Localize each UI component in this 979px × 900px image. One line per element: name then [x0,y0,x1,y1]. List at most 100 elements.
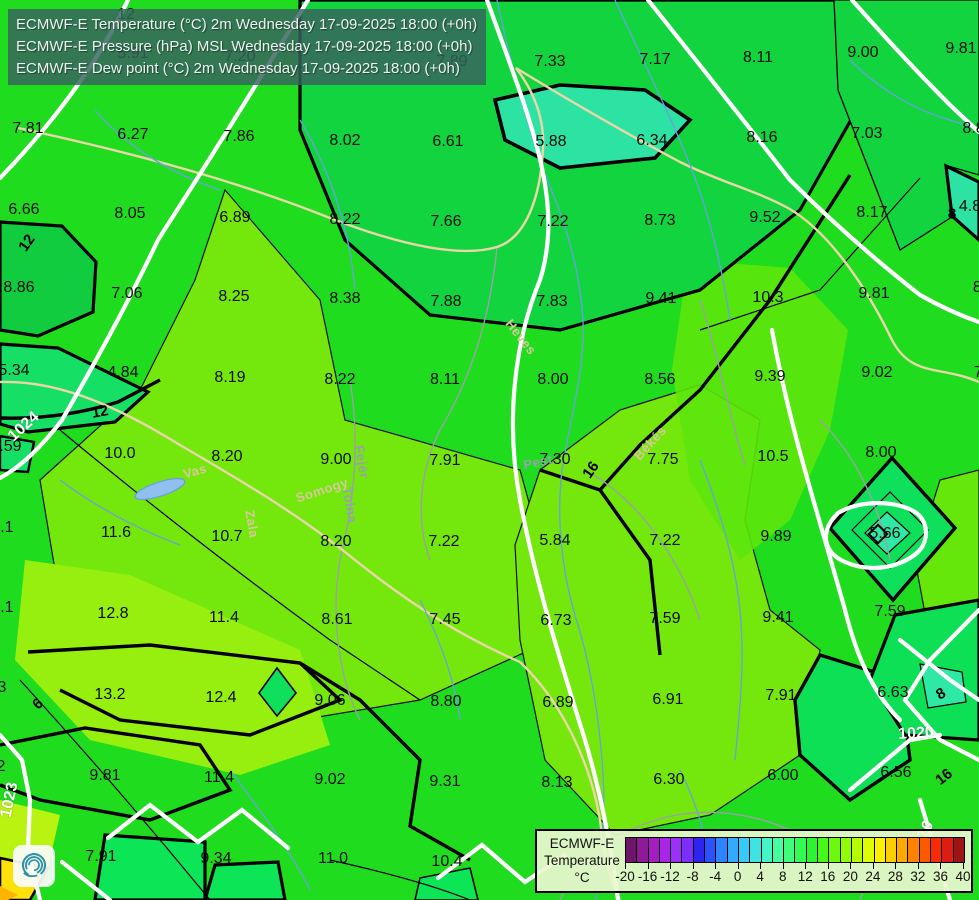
dewpoint-value-label: 8.56 [644,371,676,388]
dewpoint-value-label: 7.45 [429,611,461,628]
legend-color-cell [840,838,852,862]
legend-color-cell [931,838,943,862]
dewpoint-value-label: 9.89 [760,528,792,545]
legend-color-cell [682,838,694,862]
dewpoint-value-label: 8.13 [541,774,573,791]
dewpoint-value-label: 7.75 [647,451,679,468]
dewpoint-value-label: 7.81 [12,120,44,137]
dewpoint-value-label: 9.34 [200,850,232,867]
dewpoint-value-label: 8.19 [214,369,246,386]
dewpoint-value-label: 7.91 [765,687,797,704]
legend-tick-value: 12 [797,869,813,884]
legend-color-cell [885,838,898,862]
temperature-legend: ECMWF-E Temperature °C -20 -16 -12 -8 -4 0 4 8 1… [535,829,973,893]
forecast-header: ECMWF-E Temperature (°C) 2m Wednesday 17… [8,9,486,85]
dewpoint-value-label: 4.84 [107,364,139,381]
legend-color-cell [716,838,728,862]
dewpoint-value-label: 9.31 [429,773,461,790]
isobar-value-label: 1023 [0,780,22,820]
legend-title-model: ECMWF-E [549,836,615,851]
dewpoint-value-label: 9.41 [762,609,794,626]
dewpoint-value-label: 6.91 [652,691,684,708]
dewpoint-value-label: 10.3 [752,289,784,306]
dewpoint-value-label: 8.22 [329,211,361,228]
dewpoint-value-label: 5.34 [0,362,30,379]
dewpoint-value-label: 7.59 [649,610,681,627]
dewpoint-value-label: 11.0 [318,850,348,867]
legend-tick-value: 36 [932,869,948,884]
legend-color-cell [795,838,807,862]
dewpoint-value-label: 7.88 [430,293,462,310]
dewpoint-value-label: 9.00 [847,44,879,61]
legend-tick-value: 0 [733,869,742,884]
dewpoint-value-label: 9.02 [314,771,346,788]
legend-title: ECMWF-E Temperature °C [539,835,625,886]
dewpoint-value-label: 8.80 [430,693,462,710]
legend-color-cell [908,838,920,862]
legend-color-cell [784,838,796,862]
legend-color-bar [625,837,965,863]
dewpoint-value-label: 8.00 [865,444,897,461]
county-name-label: Heves [502,316,540,358]
dewpoint-value-label: 8.16 [746,129,778,146]
dewpoint-value-label: 6.89 [219,209,251,226]
legend-tick-value: -4 [709,869,722,884]
legend-color-cell [693,838,706,862]
legend-tick-value: -8 [686,869,699,884]
dewpoint-value-label: 11.4 [204,769,234,786]
dewpoint-value-label: 10.5 [757,448,789,465]
legend-color-cell [761,838,773,862]
legend-color-cell [637,838,649,862]
weather-map-page: 125.917.207.897.337.178.119.009.817.816.… [0,0,979,900]
contour-value-label: 12 [15,231,39,255]
dewpoint-value-label: 2 [0,758,6,775]
dewpoint-value-label: 6.61 [432,133,464,150]
legend-color-cell [806,838,819,862]
legend-tick-value: 16 [820,869,836,884]
legend-color-cell [874,838,886,862]
legend-tick-value: 28 [887,869,903,884]
dewpoint-value-label: 7.66 [430,213,462,230]
county-name-label: Zala [242,508,262,540]
legend-tick-value: 32 [910,869,926,884]
dewpoint-value-label: 6.66 [8,201,40,218]
dewpoint-value-label: 7.17 [639,51,671,68]
dewpoint-value-label: 8.20 [320,533,352,550]
contour-value-label: 8 [947,205,957,223]
provider-logo [13,845,55,887]
dewpoint-value-label: 11.4 [209,609,239,626]
dewpoint-value-label: 11.6 [101,524,131,541]
dewpoint-value-label: 3 [0,679,7,696]
dewpoint-value-label: 7.22 [537,213,569,230]
legend-color-cell [818,838,830,862]
legend-color-cell [671,838,683,862]
legend-color-cell [897,838,909,862]
dewpoint-value-label: 7.06 [111,285,143,302]
dewpoint-value-label: 10.1 [0,599,14,616]
legend-color-cell [659,838,672,862]
dewpoint-value-label: 6.27 [117,126,149,143]
county-name-label: Vas [181,460,209,482]
legend-color-cell [919,838,932,862]
dewpoint-value-label: 9.02 [861,364,893,381]
logo-swirl-icon [21,853,47,878]
dewpoint-value-label: 8.81 [962,120,979,137]
contour-value-label: 16 [932,765,956,789]
dewpoint-value-label: 9.00 [320,451,352,468]
dewpoint-value-label: 8.25 [218,288,250,305]
dewpoint-value-label: 9.06 [314,692,346,709]
dewpoint-value-label: 6.73 [540,612,572,629]
dewpoint-value-label: 8.20 [211,448,243,465]
dewpoint-value-label: 7.22 [428,533,460,550]
dewpoint-value-label: 10.4 [431,853,463,870]
dewpoint-value-label: 6.89 [542,694,574,711]
dewpoint-value-label: 8.61 [321,611,353,628]
legend-color-cell [727,838,739,862]
contour-value-label: 6 [29,694,47,714]
legend-color-cell [772,838,785,862]
legend-color-cell [942,838,954,862]
legend-tick-value: 8 [778,869,787,884]
legend-color-cell [851,838,864,862]
dewpoint-value-label: 7.9 [973,364,979,381]
dewpoint-value-label: 7.22 [649,532,681,549]
